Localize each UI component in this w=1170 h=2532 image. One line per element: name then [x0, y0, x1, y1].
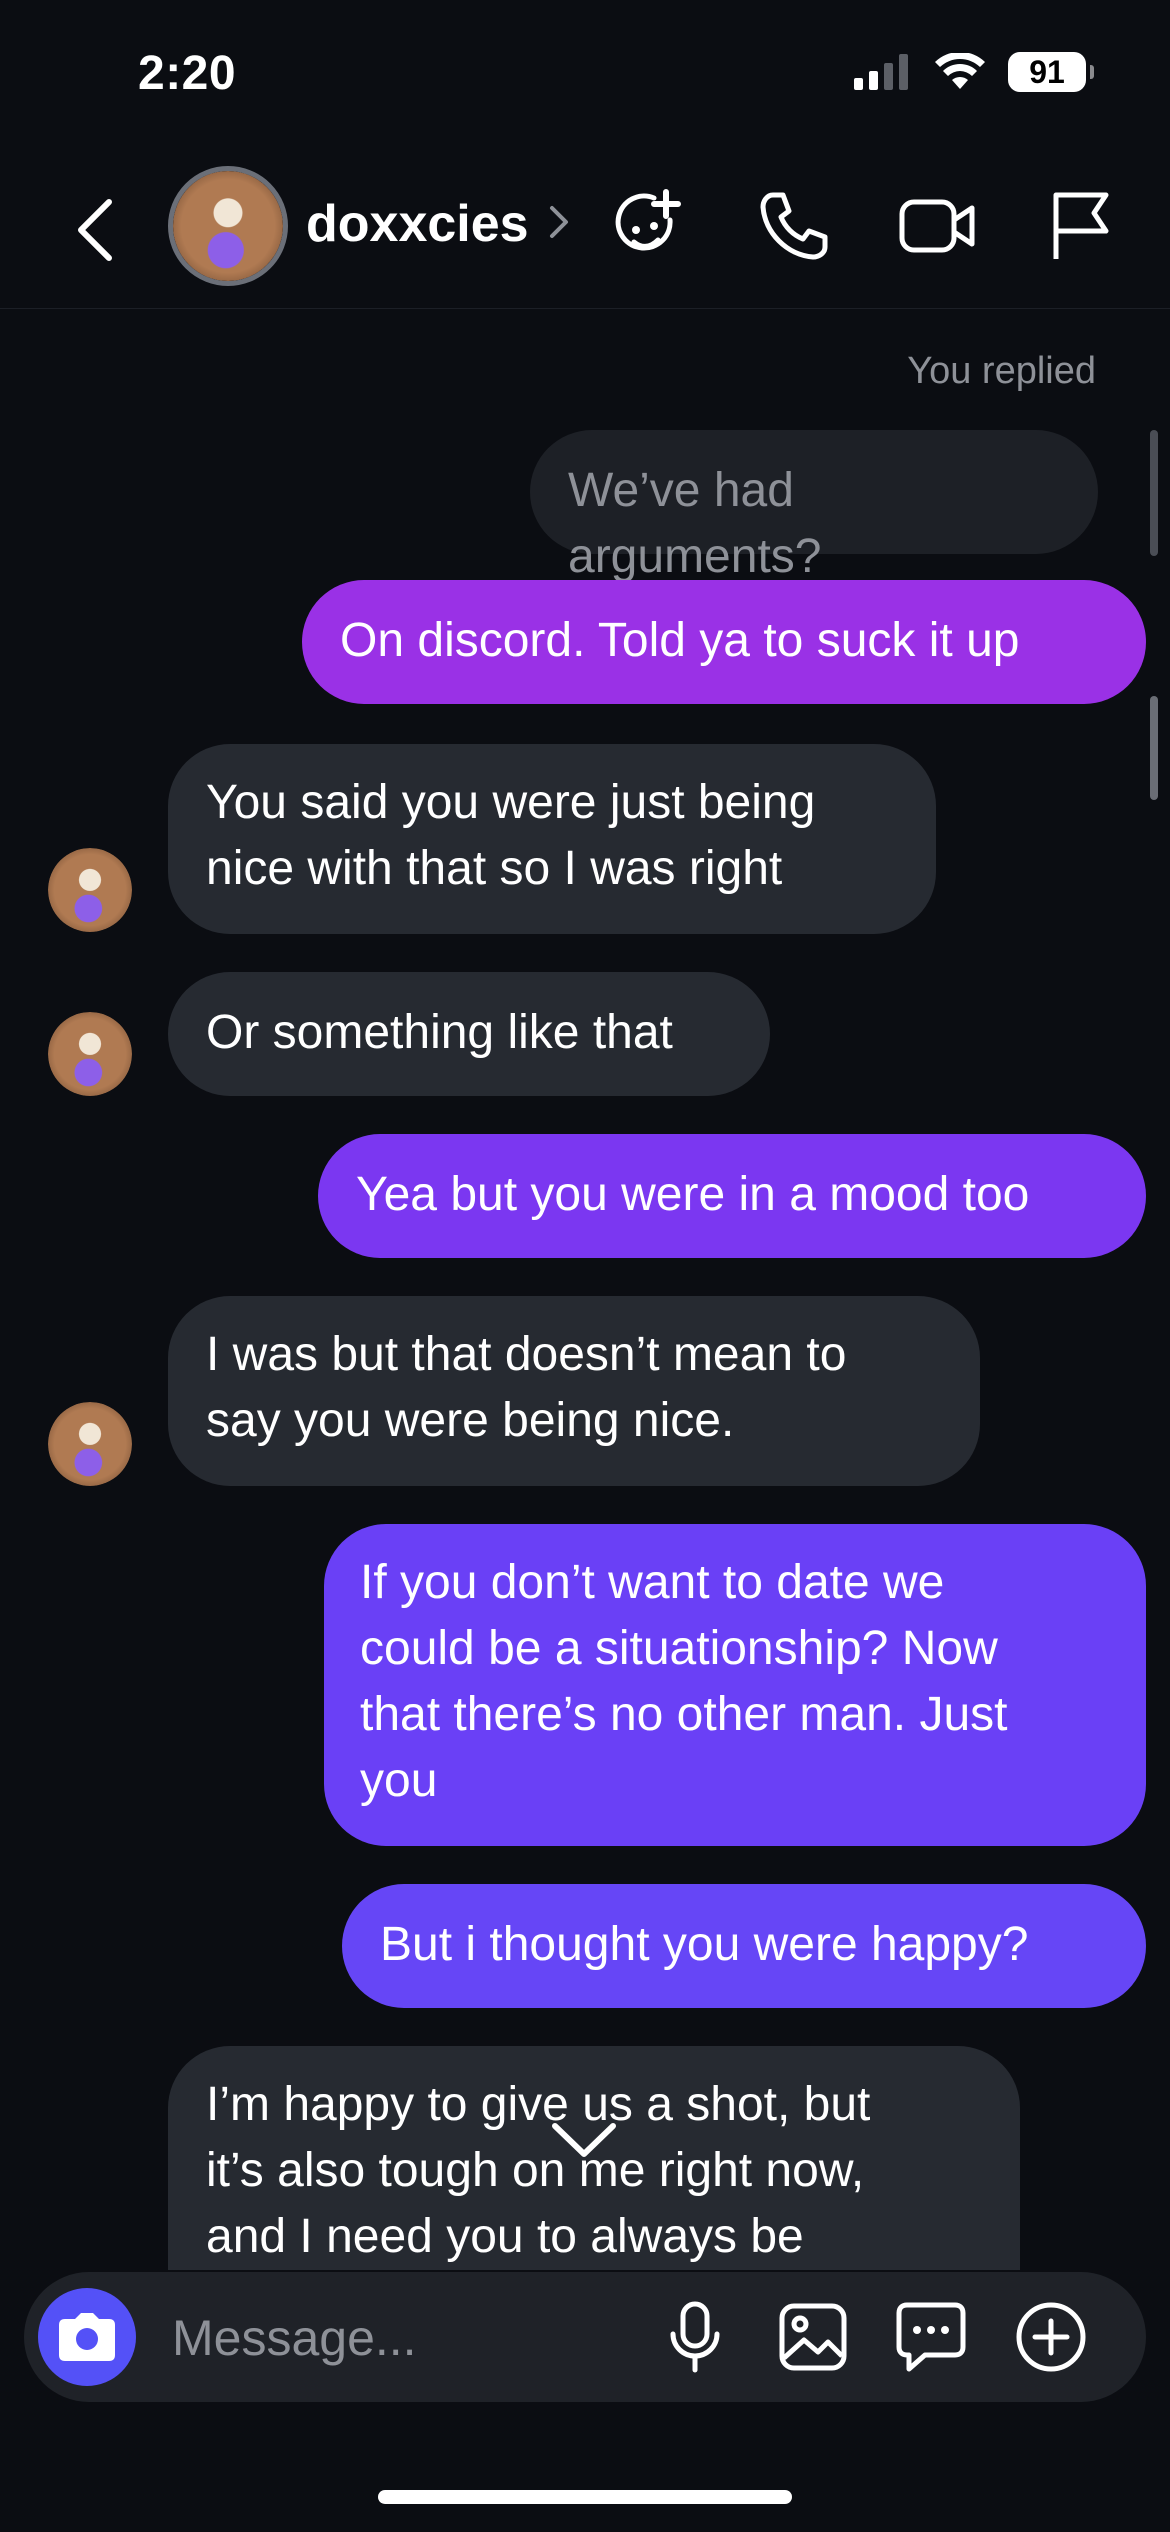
outgoing-message[interactable]: But i thought you were happy? [342, 1884, 1146, 2008]
incoming-message[interactable]: You said you were just being nice with t… [168, 744, 936, 934]
status-bar: 2:20 91 [0, 0, 1170, 150]
message-line: say you were being nice. [206, 1394, 735, 1447]
battery-indicator: 91 [1008, 52, 1094, 92]
microphone-icon [670, 2301, 720, 2373]
message-composer [24, 2272, 1146, 2402]
add-sticker-icon [615, 189, 681, 251]
wifi-icon [935, 53, 985, 89]
home-indicator[interactable] [378, 2490, 792, 2504]
avatar-image [48, 1012, 132, 1096]
message-line: If you don’t want to date we [360, 1556, 945, 1609]
message-thread[interactable]: You replied We’ve had arguments? On disc… [0, 310, 1170, 2270]
plus-circle-icon [1016, 2302, 1086, 2372]
scrollbar-thumb[interactable] [1150, 696, 1158, 800]
report-button[interactable] [1034, 180, 1126, 272]
sender-avatar[interactable] [48, 1402, 132, 1486]
quoted-message: We’ve had arguments? [530, 430, 1098, 583]
scroll-track-segment [1150, 430, 1158, 556]
message-line: I was but that doesn’t mean to [206, 1328, 847, 1381]
back-chevron-icon [78, 199, 112, 261]
gallery-icon [779, 2303, 847, 2371]
chevron-down-icon [552, 2123, 616, 2157]
cellular-signal-icon [854, 54, 908, 90]
voice-message-button[interactable] [650, 2292, 740, 2382]
message-text: Or something like that [206, 1006, 673, 1059]
camera-button[interactable] [38, 2288, 136, 2386]
flag-icon [1053, 192, 1109, 259]
username[interactable]: doxxcies [306, 194, 529, 254]
message-input[interactable] [170, 2302, 654, 2374]
message-line: could be a situationship? Now [360, 1622, 998, 1675]
message-text: On discord. Told ya to suck it up [340, 614, 1020, 667]
back-button[interactable] [60, 190, 130, 270]
scroll-to-bottom-button[interactable] [544, 2110, 624, 2170]
chevron-right-icon [550, 206, 568, 238]
avatar-image [48, 848, 132, 932]
message-line: you [360, 1754, 438, 1807]
audio-call-button[interactable] [748, 180, 840, 272]
avatar-image [173, 171, 283, 281]
message-text: But i thought you were happy? [380, 1918, 1029, 1971]
add-sticker-button[interactable] [604, 180, 696, 272]
video-camera-icon [899, 199, 975, 253]
incoming-message[interactable]: Or something like that [168, 972, 770, 1096]
phone-icon [760, 192, 828, 260]
outgoing-message[interactable]: Yea but you were in a mood too [318, 1134, 1146, 1258]
chat-header: doxxcies [0, 150, 1170, 309]
sender-avatar[interactable] [48, 848, 132, 932]
quick-reply-button[interactable] [886, 2292, 976, 2382]
message-line: You said you were just being [206, 776, 816, 829]
video-call-button[interactable] [892, 180, 984, 272]
message-line: and I need you to always be [206, 2210, 804, 2263]
status-time: 2:20 [138, 47, 237, 100]
status-icons: 91 [854, 52, 1094, 92]
message-line: that there’s no other man. Just [360, 1688, 1008, 1741]
replied-label: You replied [907, 350, 1096, 392]
avatar-image [48, 1402, 132, 1486]
incoming-message[interactable]: I was but that doesn’t mean to say you w… [168, 1296, 980, 1486]
sender-avatar[interactable] [48, 1012, 132, 1096]
gallery-button[interactable] [768, 2292, 858, 2382]
more-options-button[interactable] [1006, 2292, 1096, 2382]
profile-avatar[interactable] [168, 166, 288, 286]
camera-icon [59, 2313, 115, 2361]
message-text: Yea but you were in a mood too [356, 1168, 1030, 1221]
outgoing-message[interactable]: On discord. Told ya to suck it up [302, 580, 1146, 704]
quoted-message-text: We’ve had arguments? [568, 464, 822, 583]
outgoing-message[interactable]: If you don’t want to date we could be a … [324, 1524, 1146, 1846]
chat-bubble-icon [896, 2302, 966, 2372]
message-line: nice with that so I was right [206, 842, 783, 895]
